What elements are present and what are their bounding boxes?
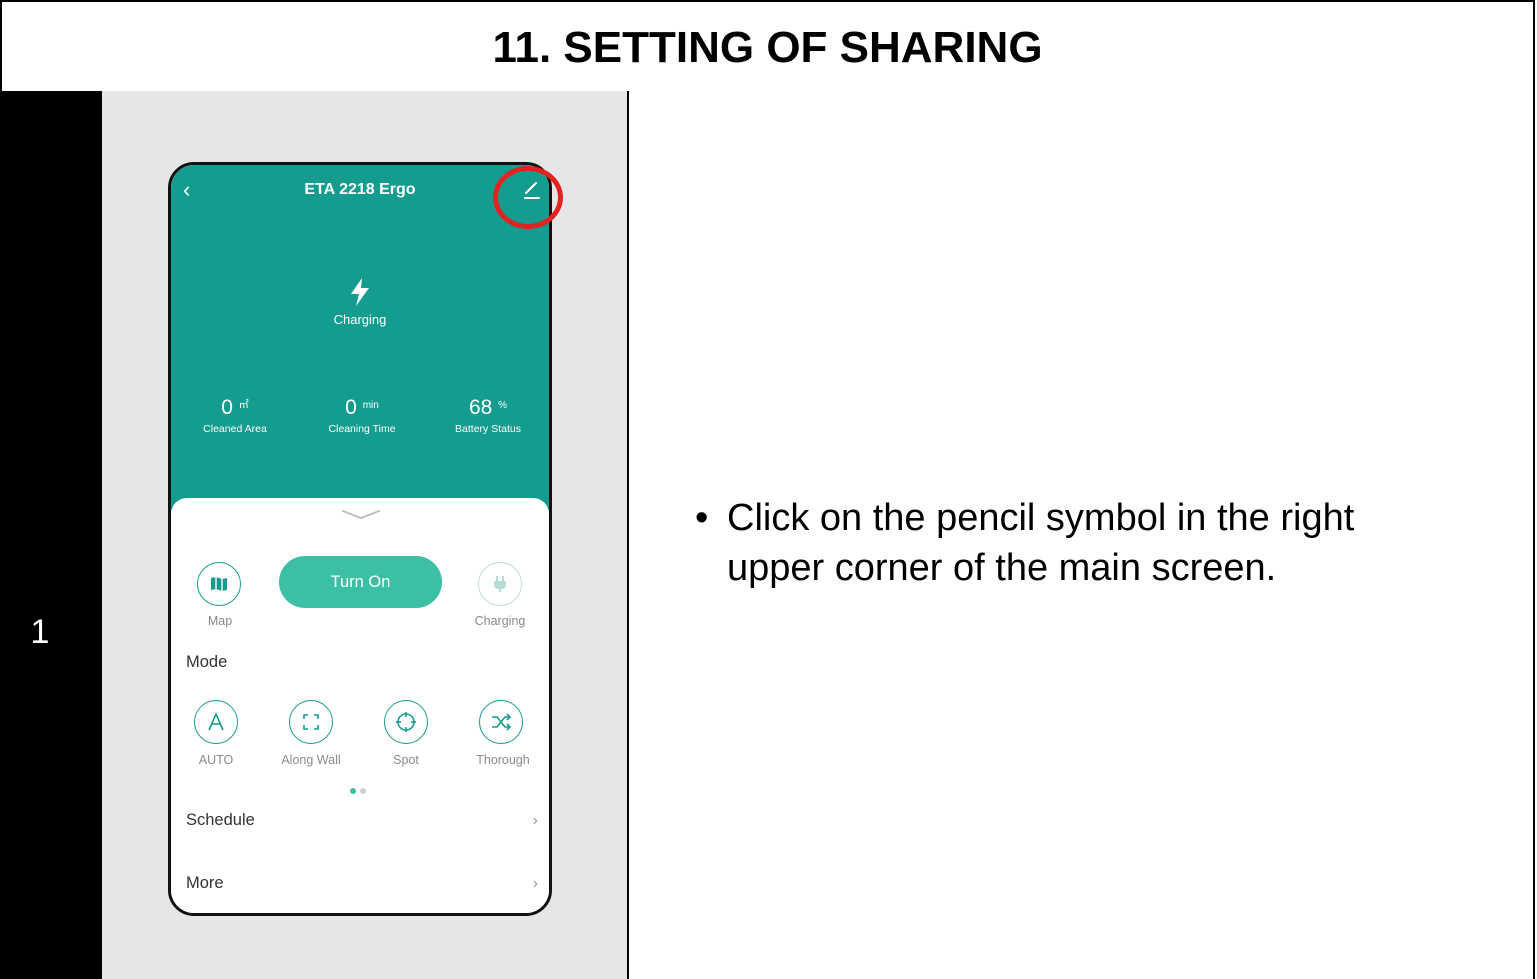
charging-button[interactable] (478, 562, 522, 606)
step-number: 1 (30, 613, 50, 651)
mode-label: Spot (393, 753, 419, 767)
map-button[interactable] (197, 562, 241, 606)
mode-spot-button[interactable] (384, 700, 428, 744)
bolt-icon (351, 278, 369, 306)
more-label: More (186, 874, 224, 892)
plug-icon (494, 576, 506, 592)
step-column: 1 (0, 91, 102, 979)
page-dot-active (350, 788, 356, 794)
stat-value: 0 (221, 396, 233, 419)
mode-auto-button[interactable] (194, 700, 238, 744)
mode-label: Thorough (476, 753, 530, 767)
map-label: Map (207, 614, 233, 628)
stat-battery-status: 68 % Battery Status (428, 396, 548, 435)
stat-label: Cleaning Time (328, 423, 396, 435)
thorough-icon (492, 713, 512, 731)
map-icon (211, 577, 227, 591)
section-title: 11. SETTING OF SHARING (2, 2, 1533, 95)
schedule-row[interactable]: Schedule › (186, 811, 538, 830)
stat-cleaning-time: 0 min Cleaning Time (302, 396, 422, 435)
chevron-right-icon: › (532, 874, 538, 892)
mode-label: Along Wall (281, 753, 341, 767)
along-wall-icon (303, 714, 319, 730)
charging-label: Charging (474, 614, 526, 628)
instruction-item: • Click on the pencil symbol in the righ… (695, 493, 1455, 593)
auto-icon (208, 712, 224, 731)
stat-label: Battery Status (455, 423, 521, 435)
stat-cleaned-area: 0 ㎡ Cleaned Area (175, 396, 295, 435)
mode-label: AUTO (198, 753, 234, 767)
status-text: Charging (333, 312, 387, 327)
stat-label: Cleaned Area (203, 423, 267, 435)
control-sheet: Map Turn On Charging Mode AUTO Along Wal… (171, 498, 549, 913)
phone-screen: ‹ ETA 2218 Ergo Charging 0 ㎡ Cleaned Are… (168, 162, 552, 916)
turn-on-button[interactable]: Turn On (279, 556, 442, 608)
chevron-right-icon: › (532, 811, 538, 829)
page-indicator (350, 781, 370, 799)
mode-title: Mode (186, 653, 228, 671)
stat-unit: ㎡ (238, 400, 249, 411)
instruction-panel: • Click on the pencil symbol in the righ… (629, 91, 1533, 979)
stat-value: 68 (468, 396, 493, 419)
stat-unit: % (498, 400, 508, 411)
device-header: ‹ ETA 2218 Ergo Charging 0 ㎡ Cleaned Are… (171, 165, 549, 510)
more-row[interactable]: More › (186, 874, 538, 893)
highlight-ring (493, 166, 563, 229)
stat-unit: min (362, 400, 379, 411)
stat-value: 0 (345, 396, 357, 419)
spot-icon (396, 712, 416, 732)
instruction-text: Click on the pencil symbol in the right … (727, 497, 1355, 589)
mode-thorough-button[interactable] (479, 700, 523, 744)
bullet: • (695, 497, 709, 539)
schedule-label: Schedule (186, 811, 255, 829)
mode-along-wall-button[interactable] (289, 700, 333, 744)
page-dot (360, 788, 366, 794)
chevron-down-icon[interactable] (341, 508, 381, 520)
